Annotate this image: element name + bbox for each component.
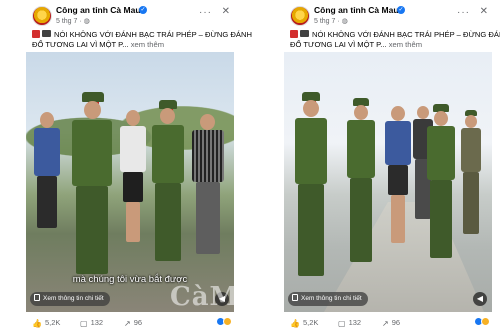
video-person xyxy=(190,114,226,264)
reaction-emojis[interactable] xyxy=(474,317,490,328)
facebook-post-right: Công an tỉnh Cà Mau ✓ 5 thg 7 · ◍ ··· ✕ … xyxy=(270,0,500,334)
post-time[interactable]: 5 thg 7 · xyxy=(56,18,84,25)
like-count[interactable]: 👍 5,2K xyxy=(290,318,318,328)
comment-count-value: 132 xyxy=(90,318,104,327)
video-person xyxy=(32,112,62,242)
reaction-bar: 👍 5,2K ▢ 132 ↗ 96 xyxy=(32,317,232,330)
video-officer xyxy=(294,92,328,282)
more-options-icon[interactable]: ··· xyxy=(199,7,212,18)
comment-count[interactable]: ▢ 132 xyxy=(338,318,361,328)
document-icon xyxy=(292,294,298,301)
reaction-emojis[interactable] xyxy=(216,317,232,328)
page-avatar[interactable] xyxy=(290,6,310,26)
video-officer xyxy=(346,98,376,268)
haha-reaction-icon xyxy=(481,317,490,326)
view-details-button[interactable]: Xem thông tin chi tiết xyxy=(30,292,110,306)
speaker-muted-icon[interactable]: ◀ xyxy=(473,292,487,306)
see-more-link[interactable]: xem thêm xyxy=(131,40,164,49)
post-video[interactable]: Xem thông tin chi tiết ◀ xyxy=(284,52,492,312)
post-time[interactable]: 5 thg 7 · xyxy=(314,18,342,25)
comment-count[interactable]: ▢ 132 xyxy=(80,318,103,328)
post-video[interactable]: mà chúng tôi vừa bắt được Xem thông tin … xyxy=(26,52,234,312)
view-details-label: Xem thông tin chi tiết xyxy=(301,295,362,302)
comment-icon: ▢ xyxy=(80,319,88,328)
haha-reaction-icon xyxy=(223,317,232,326)
share-icon: ↗ xyxy=(382,319,389,328)
video-officer xyxy=(70,92,114,282)
number-badge-icon xyxy=(290,30,298,38)
like-count-value: 5,2K xyxy=(302,318,319,327)
video-camera-icon xyxy=(300,30,309,37)
number-badge-icon xyxy=(32,30,40,38)
post-header: Công an tỉnh Cà Mau ✓ 5 thg 7 · ◍ ··· ✕ xyxy=(270,4,492,28)
close-icon[interactable]: ✕ xyxy=(480,6,488,17)
share-icon: ↗ xyxy=(124,319,131,328)
verified-badge-icon: ✓ xyxy=(139,6,147,14)
post-header: Công an tỉnh Cà Mau ✓ 5 thg 7 · ◍ ··· ✕ xyxy=(12,4,234,28)
globe-icon: ◍ xyxy=(83,18,90,25)
see-more-link[interactable]: xem thêm xyxy=(389,40,422,49)
video-officer xyxy=(426,104,456,264)
newspaper-watermark: CàMau xyxy=(170,282,278,312)
like-count[interactable]: 👍 5,2K xyxy=(32,318,60,328)
like-icon: 👍 xyxy=(290,319,300,328)
video-person xyxy=(118,110,148,260)
more-options-icon[interactable]: ··· xyxy=(457,7,470,18)
video-camera-icon xyxy=(42,30,51,37)
view-details-button[interactable]: Xem thông tin chi tiết xyxy=(288,292,368,306)
video-officer xyxy=(150,100,186,270)
post-caption: NÓI KHÔNG VỚI ĐÁNH BẠC TRÁI PHÉP – ĐỪNG … xyxy=(32,30,252,50)
video-person xyxy=(384,106,412,256)
document-icon xyxy=(34,294,40,301)
like-count-value: 5,2K xyxy=(44,318,61,327)
share-count-value: 96 xyxy=(133,318,143,327)
video-officer xyxy=(460,110,482,240)
post-meta: 5 thg 7 · ◍ xyxy=(314,17,348,25)
post-meta: 5 thg 7 · ◍ xyxy=(56,17,90,25)
reaction-bar: 👍 5,2K ▢ 132 ↗ 96 xyxy=(290,317,490,330)
post-caption: NÓI KHÔNG VỚI ĐÁNH BẠC TRÁI PHÉP – ĐỪNG … xyxy=(290,30,500,50)
comment-count-value: 132 xyxy=(348,318,362,327)
page-name[interactable]: Công an tỉnh Cà Mau xyxy=(314,5,399,15)
like-icon: 👍 xyxy=(32,319,42,328)
comment-icon: ▢ xyxy=(338,319,346,328)
share-count[interactable]: ↗ 96 xyxy=(124,318,142,328)
share-count[interactable]: ↗ 96 xyxy=(382,318,400,328)
close-icon[interactable]: ✕ xyxy=(222,6,230,17)
share-count-value: 96 xyxy=(391,318,401,327)
page-avatar[interactable] xyxy=(32,6,52,26)
view-details-label: Xem thông tin chi tiết xyxy=(43,295,104,302)
globe-icon: ◍ xyxy=(341,18,348,25)
page-name[interactable]: Công an tỉnh Cà Mau xyxy=(56,5,141,15)
verified-badge-icon: ✓ xyxy=(397,6,405,14)
